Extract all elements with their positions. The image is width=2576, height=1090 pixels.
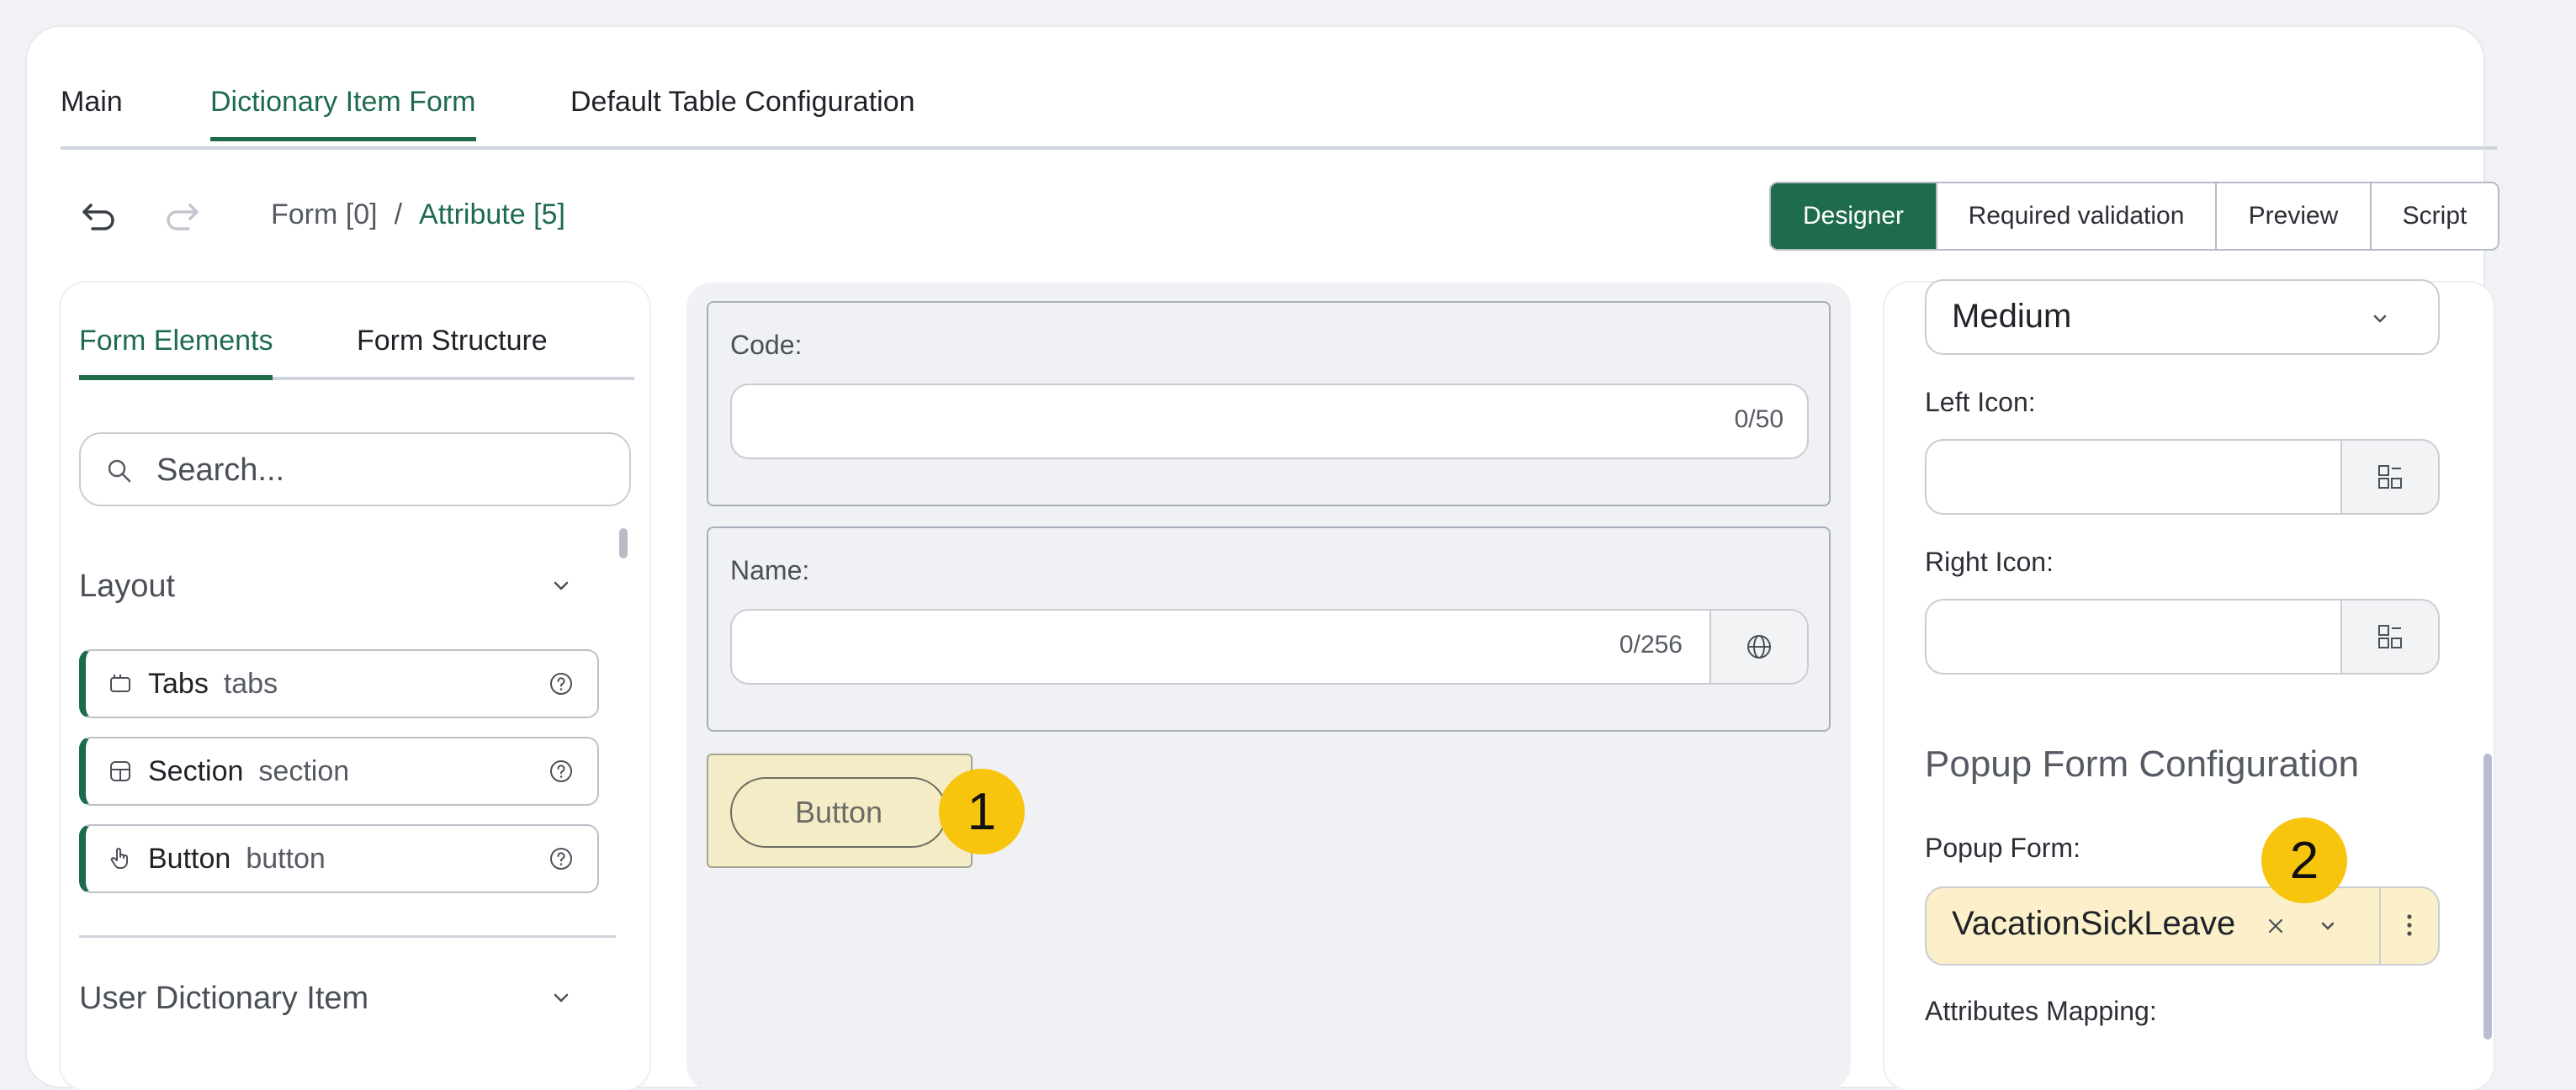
popup-form-configuration-title: Popup Form Configuration	[1925, 743, 2360, 785]
popup-form-value: VacationSickLeaveR	[1952, 905, 2238, 942]
code-input[interactable]: 0/50	[730, 384, 1809, 459]
help-icon[interactable]	[549, 759, 574, 784]
script-button[interactable]: Script	[2370, 183, 2498, 249]
section-icon	[110, 761, 130, 781]
code-field-block[interactable]: Code: 0/50	[707, 301, 1831, 506]
name-field-block[interactable]: Name: 0/256	[707, 526, 1831, 732]
code-label: Code:	[730, 330, 803, 360]
breadcrumb-current[interactable]: Attribute [5]	[419, 198, 565, 230]
right-scrollbar-thumb[interactable]	[2483, 754, 2492, 1040]
user-dictionary-section-title[interactable]: User Dictionary Item	[79, 981, 368, 1017]
left-icon-label: Left Icon:	[1925, 387, 2036, 417]
more-vertical-icon	[2407, 914, 2412, 936]
right-icon-picker-button[interactable]	[2340, 601, 2438, 673]
element-tag: button	[246, 843, 326, 875]
redo-icon[interactable]	[162, 195, 202, 235]
active-tab-underline	[79, 375, 273, 380]
help-icon[interactable]	[549, 671, 574, 696]
undo-icon[interactable]	[79, 195, 119, 235]
annotation-badge-1: 1	[939, 769, 1025, 855]
tab-main[interactable]: Main	[61, 86, 123, 137]
attributes-mapping-label: Attributes Mapping:	[1925, 996, 2157, 1026]
name-char-counter: 0/256	[1619, 631, 1683, 659]
hand-pointer-icon	[110, 848, 128, 869]
chevron-down-icon[interactable]	[549, 574, 574, 599]
left-icon-input[interactable]	[1925, 439, 2440, 515]
chevron-down-icon[interactable]	[2315, 913, 2340, 939]
chevron-down-icon[interactable]	[549, 986, 574, 1011]
size-select[interactable]: Medium	[1925, 279, 2440, 355]
tab-form-elements[interactable]: Form Elements	[79, 325, 273, 357]
popup-form-label: Popup Form:	[1925, 833, 2080, 863]
element-item-section[interactable]: Section section	[79, 737, 599, 806]
mode-toggle-group: Designer Required validation Preview Scr…	[1769, 182, 2499, 251]
button-element-block[interactable]: Button	[707, 754, 973, 868]
breadcrumb-form[interactable]: Form [0]	[271, 198, 378, 230]
preview-button-element[interactable]: Button	[730, 777, 947, 848]
required-validation-button[interactable]: Required validation	[1936, 183, 2215, 249]
search-box	[79, 432, 631, 506]
globe-icon	[1747, 635, 1771, 659]
popup-form-more-button[interactable]	[2379, 888, 2438, 964]
annotation-badge-2: 2	[2261, 818, 2347, 903]
right-icon-label: Right Icon:	[1925, 547, 2054, 577]
layout-section-title[interactable]: Layout	[79, 569, 175, 605]
size-select-value: Medium	[1952, 298, 2072, 335]
tab-form-structure[interactable]: Form Structure	[357, 325, 548, 357]
search-input[interactable]	[155, 446, 612, 495]
clear-icon[interactable]	[2263, 913, 2288, 939]
element-item-button[interactable]: Button button	[79, 824, 599, 893]
icon-picker-icon	[2378, 465, 2402, 489]
translate-button[interactable]	[1709, 611, 1807, 683]
chevron-down-icon[interactable]	[2367, 306, 2393, 331]
search-icon	[108, 459, 131, 483]
left-icon-picker-button[interactable]	[2340, 441, 2438, 513]
element-name: Tabs	[148, 668, 209, 700]
element-tag: section	[258, 755, 350, 787]
icon-picker-icon	[2378, 625, 2402, 648]
right-icon-input[interactable]	[1925, 599, 2440, 675]
element-name: Section	[148, 755, 244, 787]
help-icon[interactable]	[549, 846, 574, 871]
breadcrumb: Form [0] / Attribute [5]	[271, 198, 565, 231]
left-scrollbar-thumb[interactable]	[619, 528, 628, 558]
tab-dictionary-item-form[interactable]: Dictionary Item Form	[210, 86, 476, 141]
element-name: Button	[148, 843, 231, 875]
left-scrollbar-track[interactable]	[617, 526, 629, 1065]
name-input[interactable]: 0/256	[730, 609, 1809, 685]
popup-form-select[interactable]: VacationSickLeaveR	[1925, 886, 2440, 966]
designer-button[interactable]: Designer	[1771, 183, 1936, 249]
element-item-tabs[interactable]: Tabs tabs	[79, 649, 599, 718]
tab-default-table-configuration[interactable]: Default Table Configuration	[570, 86, 915, 137]
name-label: Name:	[730, 555, 810, 585]
code-char-counter: 0/50	[1734, 405, 1784, 433]
element-tag: tabs	[223, 668, 278, 700]
section-divider	[79, 935, 616, 938]
preview-button[interactable]: Preview	[2215, 183, 2370, 249]
tabs-icon	[110, 675, 130, 692]
breadcrumb-separator: /	[394, 198, 403, 230]
